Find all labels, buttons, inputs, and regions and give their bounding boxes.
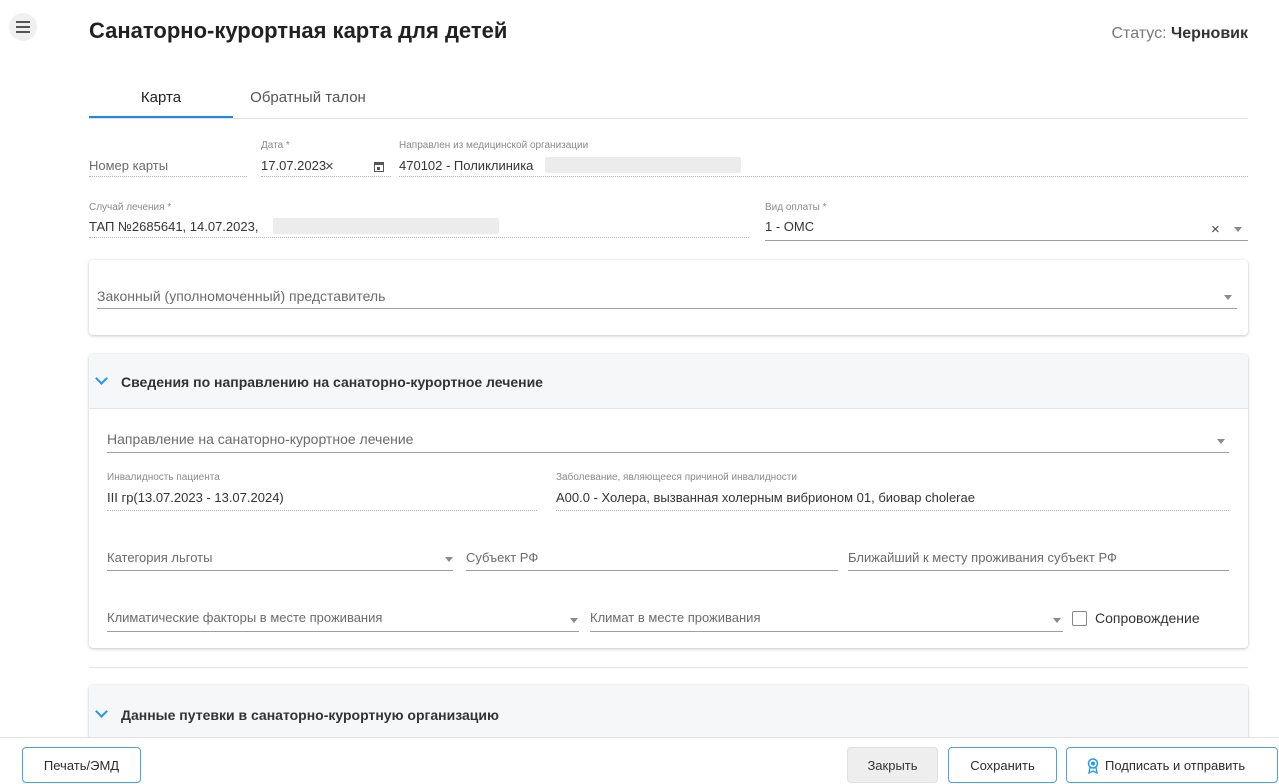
- chevron-down-icon[interactable]: [570, 618, 578, 623]
- voucher-section-title: Данные путевки в санаторно-курортную орг…: [121, 707, 499, 723]
- status: Статус: Черновик: [1111, 25, 1248, 43]
- subject-rf-placeholder: Субъект РФ: [466, 550, 539, 565]
- chevron-down-icon[interactable]: [1224, 295, 1232, 300]
- chevron-down-icon[interactable]: [445, 557, 453, 562]
- footer-toolbar: Печать/ЭМД Закрыть Сохранить Подписать и…: [0, 737, 1279, 783]
- referral-section-title: Сведения по направлению на санаторно-кур…: [121, 374, 543, 390]
- legal-representative-placeholder: Законный (уполномоченный) представитель: [97, 288, 386, 304]
- disability-value: III гр(13.07.2023 - 13.07.2024): [107, 490, 284, 505]
- clear-date-icon[interactable]: ×: [325, 158, 334, 175]
- referral-section-header[interactable]: Сведения по направлению на санаторно-кур…: [89, 354, 1248, 409]
- disability-field: III гр(13.07.2023 - 13.07.2024): [107, 486, 537, 511]
- benefit-category-placeholder: Категория льготы: [107, 550, 213, 565]
- date-field[interactable]: 17.07.2023 ×: [261, 155, 391, 177]
- referral-section: Сведения по направлению на санаторно-кур…: [89, 354, 1248, 648]
- tab-card[interactable]: Карта: [89, 80, 233, 118]
- disease-value: A00.0 - Холера, вызванная холерным вибри…: [556, 490, 975, 505]
- redacted-text: [545, 157, 741, 173]
- clear-payment-icon[interactable]: ×: [1211, 221, 1220, 238]
- nearest-subject-field[interactable]: Ближайший к месту проживания субъект РФ: [848, 548, 1229, 571]
- disability-label: Инвалидность пациента: [107, 472, 220, 483]
- menu-button[interactable]: [9, 13, 37, 41]
- status-value: Черновик: [1170, 25, 1248, 42]
- legal-representative-card: Законный (уполномоченный) представитель: [89, 260, 1248, 335]
- referred-from-label: Направлен из медицинской организации: [399, 140, 589, 151]
- calendar-icon[interactable]: [374, 161, 384, 172]
- treatment-case-value: ТАП №2685641, 14.07.2023,: [89, 219, 259, 234]
- treatment-case-field[interactable]: ТАП №2685641, 14.07.2023,: [89, 216, 749, 238]
- legal-representative-select[interactable]: Законный (уполномоченный) представитель: [97, 286, 1237, 309]
- chevron-down-icon[interactable]: [1217, 439, 1225, 444]
- menu-icon-bar: [16, 26, 30, 28]
- date-value: 17.07.2023: [261, 158, 327, 173]
- chevron-down-icon: [95, 372, 108, 385]
- disease-label: Заболевание, являющееся причиной инвалид…: [556, 472, 797, 483]
- benefit-category-select[interactable]: Категория льготы: [107, 548, 453, 571]
- treatment-case-label: Случай лечения *: [89, 202, 172, 213]
- status-label: Статус:: [1111, 25, 1167, 42]
- payment-type-label: Вид оплаты *: [765, 202, 827, 213]
- referral-placeholder: Направление на санаторно-курортное лечен…: [107, 431, 414, 447]
- climate-factors-select[interactable]: Климатические факторы в месте проживания: [107, 607, 579, 632]
- chevron-down-icon[interactable]: [1234, 227, 1242, 232]
- redacted-text: [273, 218, 499, 234]
- card-number-field[interactable]: Номер карты: [89, 158, 247, 177]
- referred-from-value: 470102 - Поликлиника: [399, 158, 534, 173]
- climate-factors-placeholder: Климатические факторы в месте проживания: [107, 610, 383, 625]
- card-number-placeholder: Номер карты: [89, 158, 169, 173]
- seal-icon: [1087, 758, 1099, 774]
- disease-field: A00.0 - Холера, вызванная холерным вибри…: [556, 486, 1229, 511]
- referral-select[interactable]: Направление на санаторно-курортное лечен…: [107, 429, 1229, 453]
- chevron-down-icon: [95, 705, 108, 718]
- voucher-section: Данные путевки в санаторно-курортную орг…: [89, 685, 1248, 746]
- nearest-subject-placeholder: Ближайший к месту проживания субъект РФ: [848, 550, 1117, 565]
- climate-select[interactable]: Климат в месте проживания: [590, 607, 1063, 632]
- chevron-down-icon[interactable]: [1053, 618, 1061, 623]
- date-label: Дата *: [261, 140, 290, 151]
- escort-label: Сопровождение: [1095, 610, 1200, 626]
- referred-from-field[interactable]: 470102 - Поликлиника: [399, 155, 1248, 177]
- climate-placeholder: Климат в месте проживания: [590, 610, 761, 625]
- escort-checkbox[interactable]: [1072, 611, 1087, 626]
- tab-return-coupon[interactable]: Обратный талон: [233, 80, 383, 116]
- sign-and-send-label: Подписать и отправить: [1105, 758, 1246, 773]
- menu-icon-bar: [16, 31, 30, 33]
- menu-icon: [16, 21, 30, 23]
- divider: [89, 667, 1248, 668]
- page-title: Санаторно-курортная карта для детей: [89, 18, 508, 43]
- tab-bar: Карта Обратный талон: [89, 80, 1248, 119]
- payment-type-select[interactable]: 1 - ОМС ×: [765, 216, 1248, 241]
- payment-type-value: 1 - ОМС: [765, 219, 815, 234]
- subject-rf-field[interactable]: Субъект РФ: [466, 548, 838, 571]
